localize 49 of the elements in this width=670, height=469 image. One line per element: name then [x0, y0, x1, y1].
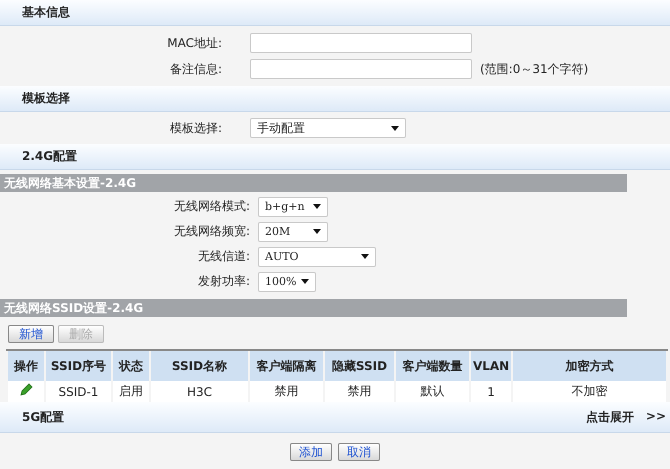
section-title: 基本信息 — [22, 4, 70, 21]
table-cell: 1 — [470, 381, 512, 402]
hint-text: (范围:0～31个字符) — [480, 60, 588, 78]
column-header: 操作 — [8, 351, 44, 381]
table-cell: H3C — [150, 381, 248, 402]
caret-icon — [391, 126, 399, 130]
table-cell: 禁用 — [250, 381, 323, 402]
caret-icon — [313, 204, 321, 209]
field-label: 备注信息: — [168, 60, 223, 78]
subsection-title: 无线网络基本设置-2.4G — [4, 174, 136, 192]
field-label: 发射功率: — [196, 273, 251, 290]
field-label: 无线网络模式: — [172, 198, 251, 215]
subsection-title: 无线网络SSID设置-2.4G — [4, 300, 144, 316]
dropdown[interactable]: b+g+n — [258, 196, 328, 216]
expand-link[interactable]: 点击展开 — [586, 408, 634, 426]
column-header: 客户端隔离 — [250, 351, 323, 381]
table-cell: 默认 — [396, 381, 469, 402]
column-header: SSID序号 — [46, 351, 112, 381]
field-label: 无线信道: — [196, 248, 251, 265]
table-cell: 启用 — [113, 381, 149, 402]
expand-arrow[interactable]: >> — [646, 408, 666, 426]
section-title: 2.4G配置 — [22, 148, 78, 165]
field-label: MAC地址: — [166, 34, 223, 52]
form-button[interactable]: 取消 — [338, 443, 380, 461]
caret-icon — [361, 254, 369, 259]
section-title: 模板选择 — [22, 90, 70, 107]
column-header: 加密方式 — [513, 351, 666, 381]
column-header: VLAN — [470, 351, 512, 381]
table-cell: 不加密 — [513, 381, 666, 402]
caret-icon — [313, 229, 321, 234]
field-label: 模板选择: — [168, 120, 223, 136]
dropdown[interactable]: 100% — [258, 272, 316, 292]
pencil-icon[interactable] — [18, 383, 33, 397]
table-cell: SSID-1 — [46, 381, 112, 402]
field-label: 无线网络频宽: — [172, 223, 251, 240]
caret-icon — [301, 279, 309, 284]
input-field[interactable] — [250, 59, 472, 79]
column-header: SSID名称 — [150, 351, 248, 381]
column-header: 隐藏SSID — [324, 351, 394, 381]
template-dropdown[interactable]: 手动配置 — [250, 118, 406, 138]
toolbar-button[interactable]: 新增 — [8, 325, 54, 343]
dropdown[interactable]: 20M — [258, 222, 328, 242]
column-header: 状态 — [113, 351, 149, 381]
table-cell: 禁用 — [324, 381, 394, 402]
form-button[interactable]: 添加 — [290, 443, 332, 461]
input-field[interactable] — [250, 33, 472, 53]
section-title: 5G配置 — [22, 408, 64, 426]
column-header: 客户端数量 — [396, 351, 469, 381]
dropdown[interactable]: AUTO — [258, 246, 376, 266]
